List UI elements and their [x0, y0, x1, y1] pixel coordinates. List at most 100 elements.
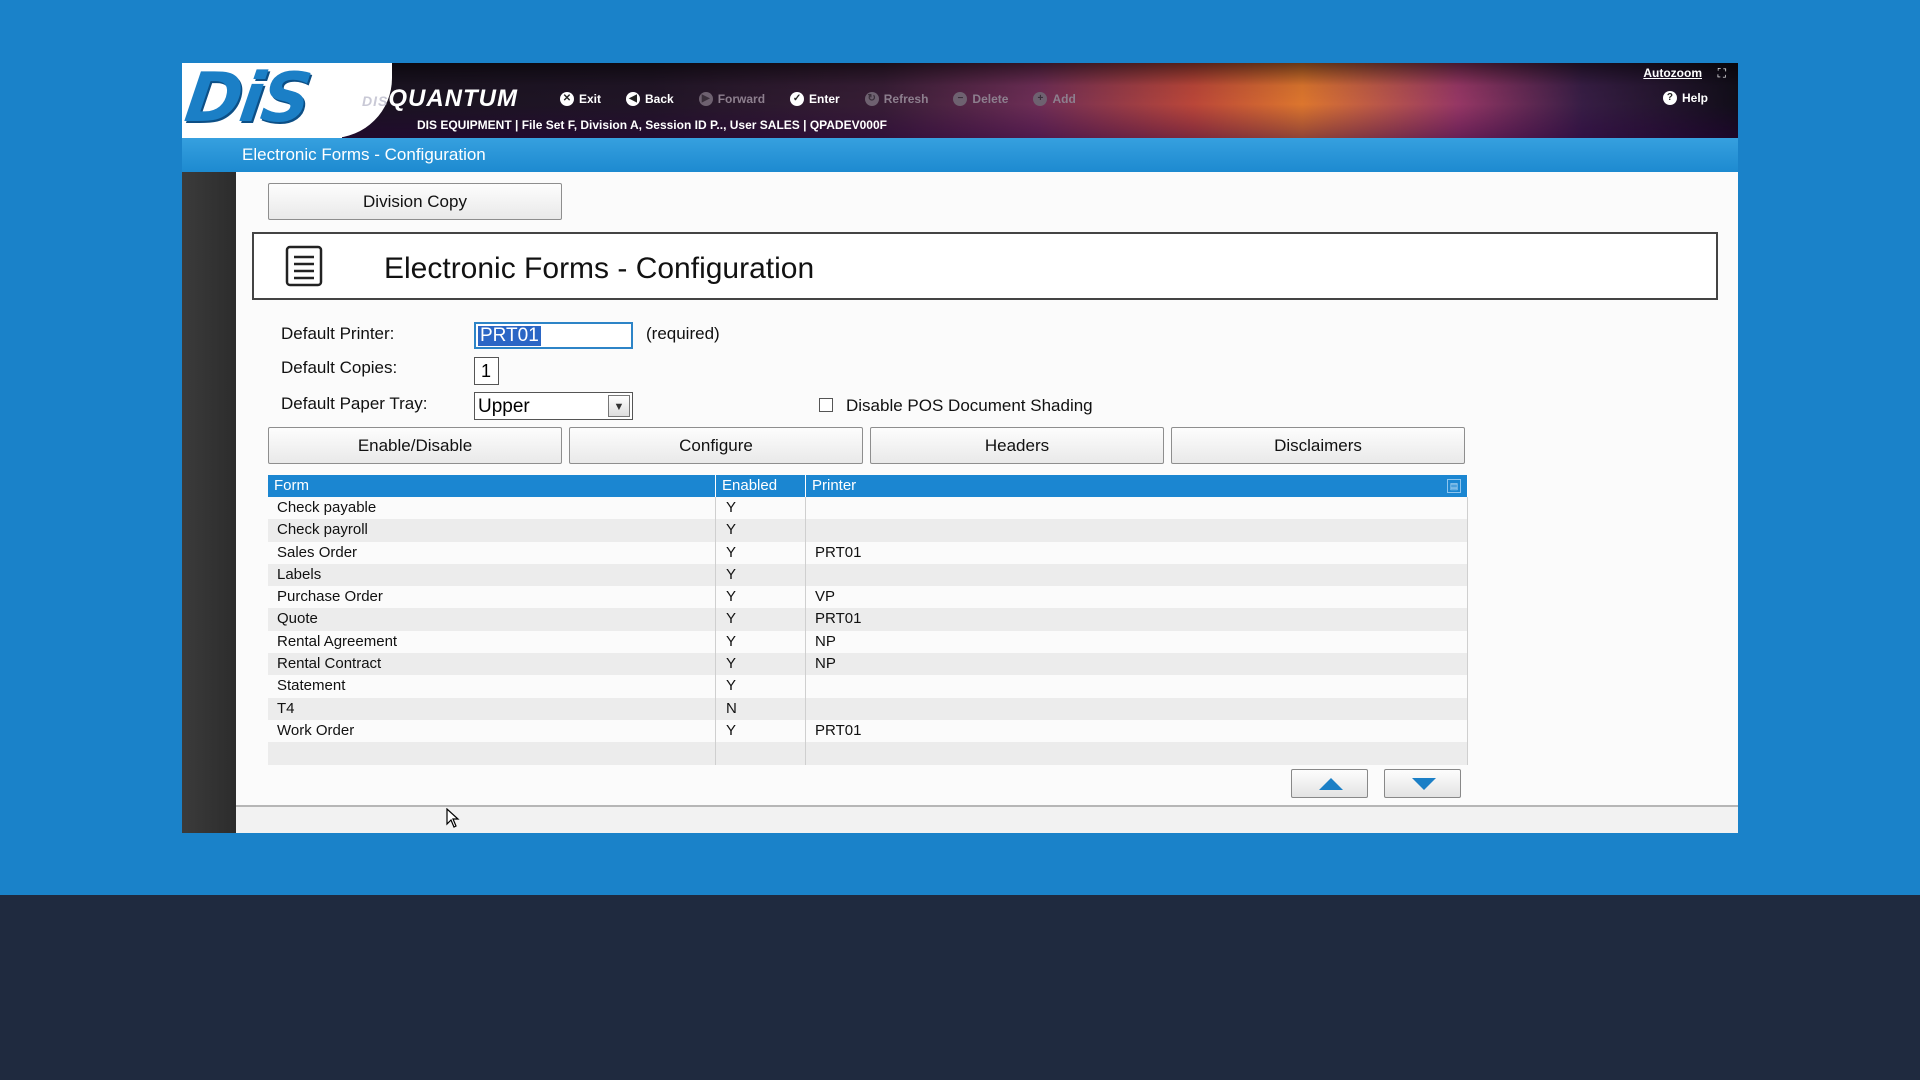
grid-header: Form Enabled Printer ▤ — [268, 475, 1468, 497]
form-cell: Sales Order — [268, 541, 716, 564]
form-cell: Check payroll — [268, 519, 716, 542]
table-row[interactable]: Check payable Y — [268, 497, 1468, 520]
printer-cell — [806, 697, 1468, 720]
page-down-button[interactable] — [1384, 769, 1461, 798]
grid-body: Check payable Y Check payroll Y Sales Orde… — [268, 497, 1468, 765]
default-copies-label: Default Copies: — [281, 358, 398, 377]
left-sidebar — [182, 172, 236, 833]
application-window: DiS DISQUANTUM ✕ Exit ◀ Back ▶ Forward ✓ Ent… — [182, 63, 1738, 833]
table-row[interactable]: Rental Contract Y NP — [268, 653, 1468, 676]
table-row[interactable]: T4 N — [268, 697, 1468, 720]
forward-arrow-icon: ▶ — [698, 92, 713, 106]
back-label: Back — [645, 92, 674, 106]
brand-wordmark: DISQUANTUM — [362, 85, 518, 113]
enabled-cell: Y — [716, 675, 806, 698]
default-paper-tray-value: Upper — [478, 396, 530, 417]
table-row[interactable]: Labels Y — [268, 563, 1468, 587]
title-panel: Electronic Forms - Configuration — [252, 232, 1718, 300]
refresh-button[interactable]: ↻ Refresh — [864, 90, 942, 108]
delete-label: Delete — [972, 92, 1009, 106]
disclaimers-button[interactable]: Disclaimers — [1171, 427, 1465, 464]
default-printer-input[interactable]: PRT01 — [474, 322, 633, 349]
column-header-enabled[interactable]: Enabled — [716, 475, 806, 497]
table-row[interactable]: Rental Agreement Y NP — [268, 630, 1468, 654]
back-arrow-icon: ◀ — [626, 92, 641, 106]
column-header-printer[interactable]: Printer ▤ — [806, 475, 1468, 497]
screen-title: Electronic Forms - Configuration — [242, 145, 486, 164]
chevron-down-icon[interactable]: ▼ — [608, 395, 630, 417]
printer-cell — [806, 497, 1468, 520]
bottom-background-band — [0, 895, 1920, 1080]
close-circle-icon: ✕ — [560, 92, 574, 106]
column-header-form[interactable]: Form — [268, 475, 716, 497]
disable-shading-checkbox[interactable] — [819, 398, 833, 412]
refresh-icon: ↻ — [864, 92, 879, 106]
required-label: (required) — [646, 324, 720, 343]
back-button[interactable]: ◀ Back — [626, 90, 687, 108]
column-header-printer-label: Printer — [812, 477, 857, 494]
exit-label: Exit — [579, 92, 602, 106]
enabled-cell: Y — [716, 519, 806, 542]
page-up-button[interactable] — [1291, 769, 1368, 798]
brand-small: DIS — [362, 93, 389, 109]
delete-button[interactable]: − Delete — [953, 90, 1021, 108]
default-copies-input[interactable]: 1 — [474, 357, 499, 385]
enabled-cell: Y — [716, 608, 806, 631]
add-label: Add — [1052, 92, 1076, 106]
configure-button[interactable]: Configure — [569, 427, 863, 464]
form-cell: Quote — [268, 608, 716, 631]
help-button[interactable]: ? Help — [1662, 91, 1708, 105]
autozoom-link[interactable]: Autozoom — [1643, 66, 1702, 80]
table-row[interactable]: Work Order Y PRT01 — [268, 719, 1468, 743]
question-circle-icon: ? — [1662, 91, 1677, 105]
enabled-cell: Y — [716, 563, 806, 587]
enabled-cell — [716, 742, 806, 765]
form-cell: Rental Agreement — [268, 630, 716, 654]
document-icon — [285, 245, 323, 287]
form-cell: Check payable — [268, 497, 716, 520]
headers-button[interactable]: Headers — [870, 427, 1164, 464]
printer-cell: VP — [806, 586, 1468, 609]
table-row[interactable]: Sales Order Y PRT01 — [268, 541, 1468, 564]
column-menu-icon[interactable]: ▤ — [1447, 479, 1461, 493]
minus-circle-icon: − — [953, 92, 968, 106]
default-printer-value: PRT01 — [478, 325, 541, 346]
table-row[interactable]: Quote Y PRT01 — [268, 608, 1468, 631]
printer-cell — [806, 742, 1468, 765]
table-row[interactable] — [268, 742, 1468, 765]
session-info: DIS EQUIPMENT | File Set F, Division A, … — [417, 118, 887, 132]
forward-button[interactable]: ▶ Forward — [698, 90, 778, 108]
fullscreen-icon[interactable]: ⛶ — [1718, 66, 1726, 81]
exit-button[interactable]: ✕ Exit — [560, 90, 614, 108]
enabled-cell: Y — [716, 541, 806, 564]
printer-cell: NP — [806, 630, 1468, 654]
enabled-cell: Y — [716, 630, 806, 654]
printer-cell: PRT01 — [806, 541, 1468, 564]
main-toolbar: ✕ Exit ◀ Back ▶ Forward ✓ Enter ↻ Refresh − De… — [560, 90, 1101, 108]
default-paper-tray-label: Default Paper Tray: — [281, 394, 428, 413]
default-printer-label: Default Printer: — [281, 324, 395, 343]
default-paper-tray-select[interactable]: Upper ▼ — [474, 392, 633, 420]
printer-cell: PRT01 — [806, 719, 1468, 743]
add-button[interactable]: + Add — [1033, 90, 1088, 108]
form-cell: Statement — [268, 675, 716, 698]
form-cell: Rental Contract — [268, 653, 716, 676]
forward-label: Forward — [717, 92, 766, 106]
division-copy-button[interactable]: Division Copy — [268, 183, 562, 220]
table-row[interactable]: Statement Y — [268, 675, 1468, 698]
table-row[interactable]: Check payroll Y — [268, 519, 1468, 542]
form-cell: Work Order — [268, 719, 716, 743]
forms-grid: Form Enabled Printer ▤ Check payable Y Ch… — [268, 475, 1468, 765]
enable-disable-button[interactable]: Enable/Disable — [268, 427, 562, 464]
form-cell: T4 — [268, 697, 716, 720]
help-label: Help — [1681, 91, 1708, 105]
enter-label: Enter — [809, 92, 840, 106]
enter-button[interactable]: ✓ Enter — [790, 90, 853, 108]
mouse-cursor-icon — [446, 808, 460, 828]
enabled-cell: Y — [716, 586, 806, 609]
enabled-cell: N — [716, 697, 806, 720]
table-row[interactable]: Purchase Order Y VP — [268, 586, 1468, 609]
screen-title-bar: Electronic Forms - Configuration — [182, 138, 1738, 172]
check-circle-icon: ✓ — [790, 92, 805, 106]
enabled-cell: Y — [716, 719, 806, 743]
